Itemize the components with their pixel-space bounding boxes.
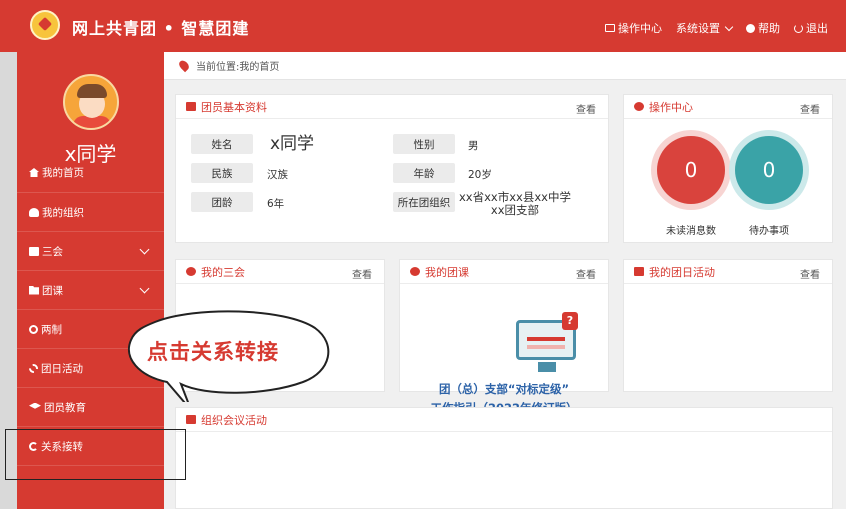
- help-label: 帮助: [758, 22, 780, 35]
- panel-header: 我的团课 查看: [400, 260, 608, 284]
- avatar-shirt: [73, 116, 111, 128]
- book-icon: [29, 246, 39, 256]
- name-label: 姓名: [191, 134, 253, 154]
- tuanke-panel: 我的团课 查看 ? 团（总）支部“对标定级” 工作指引（2022年修订版）: [399, 259, 609, 415]
- org-value-line2: xx团支部: [490, 203, 540, 217]
- panel-header: 团员基本资料 查看: [176, 95, 608, 119]
- league-logo-icon: [30, 10, 60, 40]
- graduation-cap-icon: [29, 402, 41, 409]
- sidebar-item-label: 团日活动: [41, 362, 83, 375]
- gender-label: 性别: [393, 134, 455, 154]
- profile-view-link[interactable]: 查看: [576, 101, 596, 116]
- meeting-panel: 组织会议活动: [175, 407, 833, 509]
- chevron-down-icon: [724, 22, 734, 31]
- sanhui-view-link[interactable]: 查看: [352, 266, 372, 281]
- panel-header: 操作中心 查看: [624, 95, 832, 119]
- logout-label: 退出: [806, 22, 828, 35]
- tenure-label: 团龄: [191, 192, 253, 212]
- activity-view-link[interactable]: 查看: [800, 266, 820, 281]
- sidebar-item-label: 三会: [42, 245, 63, 258]
- id-card-icon: [186, 102, 196, 111]
- annotation-callout: 点击关系转接: [125, 310, 333, 411]
- help-link[interactable]: 帮助: [746, 20, 780, 36]
- logout-link[interactable]: 退出: [794, 20, 828, 36]
- location-pin-icon: [177, 58, 191, 73]
- panel-header: 我的三会 查看: [176, 260, 384, 284]
- power-icon: [794, 23, 803, 33]
- todo-counter[interactable]: 0: [735, 136, 803, 204]
- org-value: xx省xx市xx县xx中学 xx团支部: [459, 191, 571, 217]
- header-nav: 操作中心 系统设置 帮助 退出: [605, 20, 828, 36]
- callout-text: 点击关系转接: [147, 340, 279, 364]
- sidebar-item-label: 团课: [42, 284, 63, 297]
- calendar-icon: [634, 267, 644, 276]
- gender-value: 男: [468, 140, 479, 152]
- rocket-icon: [410, 267, 420, 276]
- guide-poster-graphic[interactable]: ?: [512, 312, 584, 378]
- breadcrumb-text: 当前位置:我的首页: [196, 62, 280, 73]
- sidebar-item-label: 两制: [41, 323, 62, 336]
- todo-label: 待办事项: [749, 226, 789, 237]
- ethnicity-label: 民族: [191, 163, 253, 183]
- ops-center-link[interactable]: 操作中心: [605, 20, 662, 36]
- transfer-highlight-box: [5, 429, 186, 480]
- sidebar-item-label: 我的组织: [42, 206, 84, 219]
- name-value: x同学: [270, 134, 315, 154]
- chevron-down-icon: [139, 283, 150, 294]
- age-value: 20岁: [468, 169, 492, 181]
- panel-title: 我的团日活动: [649, 265, 715, 279]
- panel-header: 组织会议活动: [176, 408, 832, 432]
- panel-title: 团员基本资料: [201, 100, 267, 114]
- panel-title: 组织会议活动: [201, 413, 267, 427]
- league-day-panel: 我的团日活动 查看: [623, 259, 833, 392]
- top-header: 网上共青团 • 智慧团建 操作中心 系统设置 帮助 退出: [0, 0, 846, 52]
- profile-panel: 团员基本资料 查看 姓名 x同学 性别 男 民族 汉族 年龄 20岁 团龄 6年…: [175, 94, 609, 243]
- unread-messages-counter[interactable]: 0: [657, 136, 725, 204]
- recycle-icon: [29, 363, 38, 373]
- ops-center-label: 操作中心: [618, 22, 662, 35]
- ethnicity-value: 汉族: [267, 169, 288, 181]
- avatar: [63, 74, 119, 130]
- camera-icon: [186, 267, 196, 276]
- sidebar-item-label: 团员教育: [44, 401, 86, 414]
- sidebar-item-label: 我的首页: [42, 167, 84, 179]
- home-icon: [29, 168, 39, 177]
- panel-title: 操作中心: [649, 100, 693, 114]
- folder-icon: [29, 285, 39, 295]
- system-settings-menu[interactable]: 系统设置: [676, 20, 734, 36]
- panel-title: 我的团课: [425, 265, 469, 279]
- breadcrumb: 当前位置:我的首页: [164, 52, 846, 80]
- target-icon: [29, 324, 38, 334]
- tuanke-view-link[interactable]: 查看: [576, 266, 596, 281]
- tenure-value: 6年: [267, 198, 285, 210]
- book-icon: [186, 415, 196, 424]
- guide-title-line1: 团（总）支部“对标定级”: [438, 382, 570, 396]
- age-label: 年龄: [393, 163, 455, 183]
- users-icon: [29, 207, 39, 217]
- ops-panel: 操作中心 查看 0 未读消息数 0 待办事项: [623, 94, 833, 243]
- chevron-down-icon: [139, 244, 150, 255]
- system-settings-label: 系统设置: [676, 22, 720, 35]
- question-mark-icon: ?: [562, 312, 578, 330]
- sidebar-item-tuanke[interactable]: 团课: [17, 271, 164, 310]
- unread-messages-label: 未读消息数: [666, 226, 716, 237]
- monitor-stand: [538, 362, 556, 372]
- org-label: 所在团组织: [393, 192, 455, 212]
- envelope-icon: [605, 24, 615, 32]
- sidebar-item-home[interactable]: 我的首页: [17, 153, 164, 193]
- panel-header: 我的团日活动 查看: [624, 260, 832, 284]
- sidebar-item-my-org[interactable]: 我的组织: [17, 193, 164, 232]
- sidebar-item-sanhui[interactable]: 三会: [17, 232, 164, 271]
- avatar-hair: [77, 84, 107, 98]
- ops-view-link[interactable]: 查看: [800, 101, 820, 116]
- app-title: 网上共青团 • 智慧团建: [72, 19, 250, 38]
- gear-icon: [634, 102, 644, 111]
- help-icon: [746, 23, 755, 33]
- panel-title: 我的三会: [201, 265, 245, 279]
